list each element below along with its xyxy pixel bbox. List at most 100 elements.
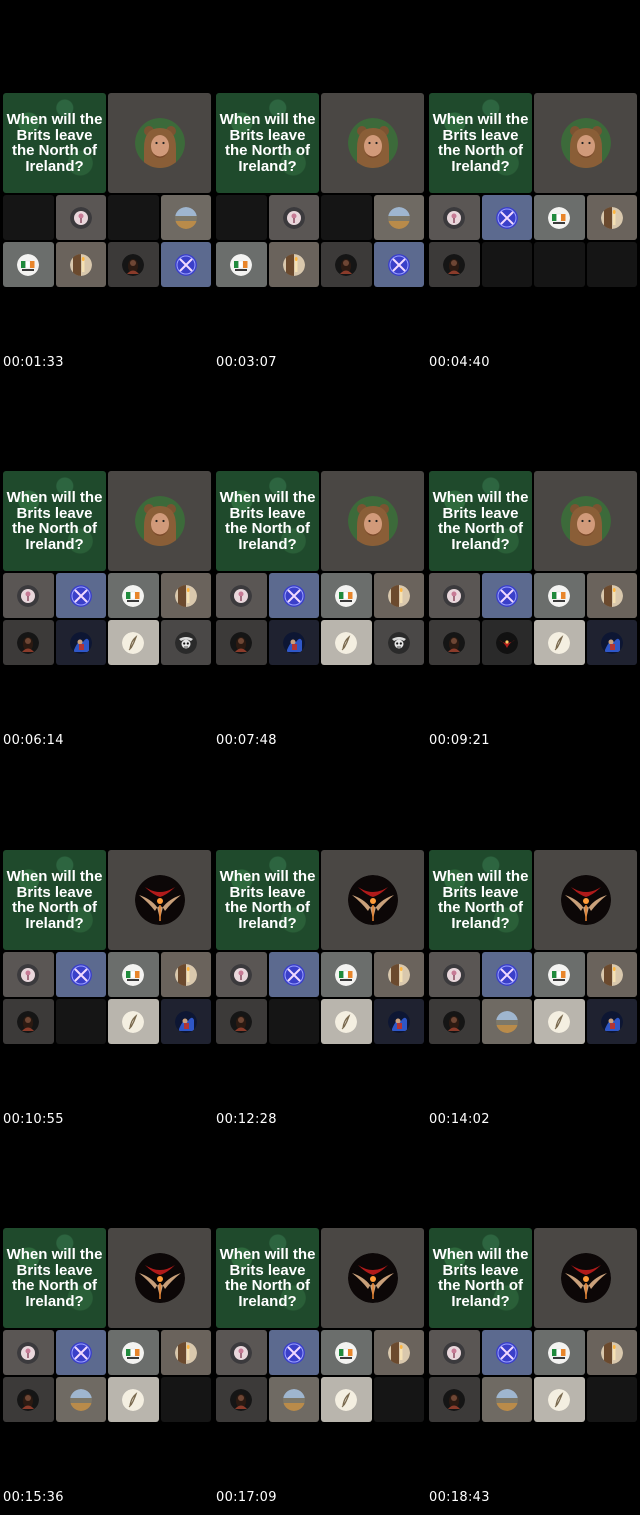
participant-tile[interactable] bbox=[160, 952, 211, 997]
participant-tile[interactable] bbox=[268, 1377, 319, 1422]
active-speaker-tile[interactable] bbox=[108, 1228, 211, 1328]
participant-tile[interactable] bbox=[429, 1377, 480, 1422]
space-title: When will the Brits leave the North of I… bbox=[432, 868, 529, 932]
participant-tile[interactable] bbox=[481, 573, 532, 618]
active-speaker-tile[interactable] bbox=[534, 850, 637, 950]
active-speaker-tile[interactable] bbox=[534, 471, 637, 571]
participant-tile[interactable] bbox=[3, 1377, 54, 1422]
participant-tile[interactable] bbox=[534, 1377, 585, 1422]
participant-tile[interactable] bbox=[586, 1330, 637, 1375]
participant-tile[interactable] bbox=[55, 620, 106, 665]
participant-tile[interactable] bbox=[160, 620, 211, 665]
participant-tile[interactable] bbox=[534, 195, 585, 240]
participant-tile[interactable] bbox=[216, 1330, 267, 1375]
participant-tile[interactable] bbox=[216, 242, 267, 287]
participant-tile[interactable] bbox=[216, 1377, 267, 1422]
participant-tile[interactable] bbox=[160, 195, 211, 240]
participant-tile[interactable] bbox=[373, 242, 424, 287]
participant-tile[interactable] bbox=[321, 1377, 372, 1422]
participant-grid bbox=[216, 952, 424, 1044]
active-speaker-tile[interactable] bbox=[321, 93, 424, 193]
active-speaker-tile[interactable] bbox=[534, 1228, 637, 1328]
participant-tile[interactable] bbox=[55, 195, 106, 240]
participant-tile[interactable] bbox=[268, 1330, 319, 1375]
participant-tile[interactable] bbox=[108, 952, 159, 997]
participant-tile[interactable] bbox=[55, 1377, 106, 1422]
active-speaker-tile[interactable] bbox=[321, 1228, 424, 1328]
active-speaker-tile[interactable] bbox=[108, 471, 211, 571]
participant-tile[interactable] bbox=[534, 952, 585, 997]
participant-tile[interactable] bbox=[108, 1330, 159, 1375]
participant-tile[interactable] bbox=[55, 242, 106, 287]
participant-tile[interactable] bbox=[321, 952, 372, 997]
participant-tile[interactable] bbox=[108, 1377, 159, 1422]
participant-tile[interactable] bbox=[108, 620, 159, 665]
participant-tile[interactable] bbox=[373, 573, 424, 618]
participant-tile[interactable] bbox=[216, 573, 267, 618]
active-speaker-tile[interactable] bbox=[321, 471, 424, 571]
participant-tile[interactable] bbox=[586, 999, 637, 1044]
participant-tile[interactable] bbox=[481, 952, 532, 997]
participant-tile[interactable] bbox=[108, 242, 159, 287]
participant-tile[interactable] bbox=[160, 573, 211, 618]
participant-tile[interactable] bbox=[55, 1330, 106, 1375]
empty-tile bbox=[216, 195, 267, 240]
red-bird-icon bbox=[495, 631, 518, 654]
participant-tile[interactable] bbox=[216, 620, 267, 665]
participant-tile[interactable] bbox=[429, 999, 480, 1044]
participant-tile[interactable] bbox=[268, 242, 319, 287]
participant-tile[interactable] bbox=[268, 952, 319, 997]
participant-tile[interactable] bbox=[268, 573, 319, 618]
participant-tile[interactable] bbox=[481, 195, 532, 240]
participant-tile[interactable] bbox=[373, 195, 424, 240]
participant-tile[interactable] bbox=[586, 573, 637, 618]
active-speaker-tile[interactable] bbox=[108, 93, 211, 193]
participant-tile[interactable] bbox=[321, 999, 372, 1044]
participant-tile[interactable] bbox=[373, 999, 424, 1044]
participant-tile[interactable] bbox=[55, 573, 106, 618]
participant-tile[interactable] bbox=[108, 999, 159, 1044]
participant-tile[interactable] bbox=[373, 952, 424, 997]
participant-tile[interactable] bbox=[586, 620, 637, 665]
participant-tile[interactable] bbox=[3, 952, 54, 997]
participant-tile[interactable] bbox=[481, 1330, 532, 1375]
participant-tile[interactable] bbox=[429, 1330, 480, 1375]
participant-tile[interactable] bbox=[55, 952, 106, 997]
participant-tile[interactable] bbox=[429, 620, 480, 665]
participant-tile[interactable] bbox=[373, 620, 424, 665]
participant-tile[interactable] bbox=[108, 573, 159, 618]
participant-tile[interactable] bbox=[321, 1330, 372, 1375]
active-speaker-tile[interactable] bbox=[321, 850, 424, 950]
participant-tile[interactable] bbox=[160, 999, 211, 1044]
participant-tile[interactable] bbox=[321, 573, 372, 618]
participant-tile[interactable] bbox=[321, 620, 372, 665]
participant-tile[interactable] bbox=[429, 242, 480, 287]
active-speaker-tile[interactable] bbox=[534, 93, 637, 193]
participant-tile[interactable] bbox=[3, 242, 54, 287]
participant-tile[interactable] bbox=[429, 195, 480, 240]
participant-tile[interactable] bbox=[429, 952, 480, 997]
participant-tile[interactable] bbox=[3, 999, 54, 1044]
participant-tile[interactable] bbox=[534, 573, 585, 618]
participant-tile[interactable] bbox=[534, 620, 585, 665]
participant-tile[interactable] bbox=[216, 999, 267, 1044]
participant-tile[interactable] bbox=[534, 1330, 585, 1375]
participant-tile[interactable] bbox=[481, 620, 532, 665]
participant-tile[interactable] bbox=[429, 573, 480, 618]
participant-tile[interactable] bbox=[160, 242, 211, 287]
participant-tile[interactable] bbox=[481, 1377, 532, 1422]
participant-tile[interactable] bbox=[373, 1330, 424, 1375]
participant-tile[interactable] bbox=[586, 952, 637, 997]
participant-tile[interactable] bbox=[268, 620, 319, 665]
participant-tile[interactable] bbox=[216, 952, 267, 997]
participant-tile[interactable] bbox=[481, 999, 532, 1044]
participant-tile[interactable] bbox=[321, 242, 372, 287]
participant-tile[interactable] bbox=[534, 999, 585, 1044]
participant-tile[interactable] bbox=[586, 195, 637, 240]
participant-tile[interactable] bbox=[268, 195, 319, 240]
participant-tile[interactable] bbox=[160, 1330, 211, 1375]
active-speaker-tile[interactable] bbox=[108, 850, 211, 950]
participant-tile[interactable] bbox=[3, 1330, 54, 1375]
participant-tile[interactable] bbox=[3, 620, 54, 665]
participant-tile[interactable] bbox=[3, 573, 54, 618]
